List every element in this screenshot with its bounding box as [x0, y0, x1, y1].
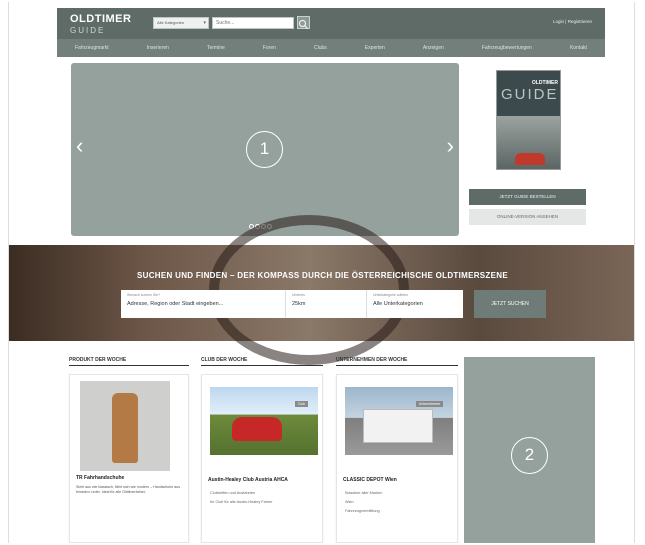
slide-number: 1	[246, 131, 283, 168]
glove-image	[112, 393, 138, 463]
club-heading: CLUB DER WOCHE	[201, 357, 323, 366]
nav-item[interactable]: Kontakt	[570, 45, 587, 51]
company-image: Unternehmen	[345, 387, 453, 455]
chevron-down-icon: ▾	[203, 20, 206, 26]
order-guide-button[interactable]: JETZT GUIDE BESTELLEN	[469, 189, 586, 205]
category-select[interactable]: Alle Kategorien ▾	[153, 17, 209, 29]
list-item: Clubtreffen und Ausfahrten	[210, 491, 256, 495]
nav-item[interactable]: Termine	[207, 45, 225, 51]
ad-number: 2	[511, 437, 548, 474]
search-input[interactable]: Suche...	[212, 17, 294, 29]
search-submit-button[interactable]: JETZT SUCHEN	[474, 290, 546, 318]
online-version-button[interactable]: ONLINE-VERSION ANSEHEN	[469, 209, 586, 225]
category-field[interactable]: Unterkategorie wählen Alle Unterkategori…	[367, 290, 463, 318]
company-heading: UNTERNEHMEN DER WOCHE	[336, 357, 458, 366]
product-heading: PRODUKT DER WOCHE	[69, 357, 189, 366]
list-item: Fahrzeugvermittlung	[345, 509, 380, 513]
list-item: Klassiker aller Marken	[345, 491, 383, 495]
login-link[interactable]: Login | Registrieren	[553, 19, 592, 24]
nav-item[interactable]: Experten	[365, 45, 385, 51]
nav-item[interactable]: Inserieren	[147, 45, 169, 51]
nav-item[interactable]: Foren	[263, 45, 276, 51]
product-card[interactable]: TR Fahrhandschuhe Sieht aus wie klassisc…	[69, 374, 189, 543]
search-button[interactable]	[297, 16, 310, 29]
image-slider[interactable]: ‹ 1 ›	[71, 63, 459, 236]
hero-title: SUCHEN UND FINDEN – DER KOMPASS DURCH DI…	[137, 271, 508, 280]
site-logo[interactable]: OLDTIMER GUIDE	[70, 14, 131, 36]
magazine-cover[interactable]: OLDTIMER GUIDE	[496, 70, 561, 170]
list-item: Ihr Club für alle Austin-Healey Fahrer	[210, 500, 273, 504]
location-field[interactable]: Wonach suchen Sie? Adresse, Region oder …	[121, 290, 286, 318]
club-image: Club	[210, 387, 318, 455]
cover-car-image	[515, 153, 545, 165]
nav-item[interactable]: Anzeigen	[423, 45, 444, 51]
search-hero: SUCHEN UND FINDEN – DER KOMPASS DURCH DI…	[9, 215, 634, 365]
red-car-image	[232, 417, 282, 441]
nav-item[interactable]: Clubs	[314, 45, 327, 51]
building-image	[363, 409, 433, 443]
slider-next-icon[interactable]: ›	[447, 135, 454, 157]
slider-prev-icon[interactable]: ‹	[76, 135, 83, 157]
site-header: OLDTIMER GUIDE Alle Kategorien ▾ Suche..…	[57, 8, 605, 57]
page: OLDTIMER GUIDE Alle Kategorien ▾ Suche..…	[8, 2, 635, 543]
main-nav: Fahrzeugmarkt Inserieren Termine Foren C…	[57, 39, 605, 57]
product-image	[80, 381, 170, 471]
ad-placeholder[interactable]: 2	[464, 357, 595, 543]
nav-item[interactable]: Fahrzeugmarkt	[75, 45, 109, 51]
club-card[interactable]: Club Austin-Healey Club Austria AHCA Clu…	[201, 374, 323, 543]
radius-field[interactable]: Umkreis 25km	[286, 290, 367, 318]
nav-item[interactable]: Fahrzeugbewertungen	[482, 45, 532, 51]
search-form: Wonach suchen Sie? Adresse, Region oder …	[121, 290, 463, 318]
company-card[interactable]: Unternehmen CLASSIC DEPOT Wien Klassiker…	[336, 374, 458, 543]
list-item: Wien	[345, 500, 354, 504]
search-icon	[299, 20, 308, 29]
